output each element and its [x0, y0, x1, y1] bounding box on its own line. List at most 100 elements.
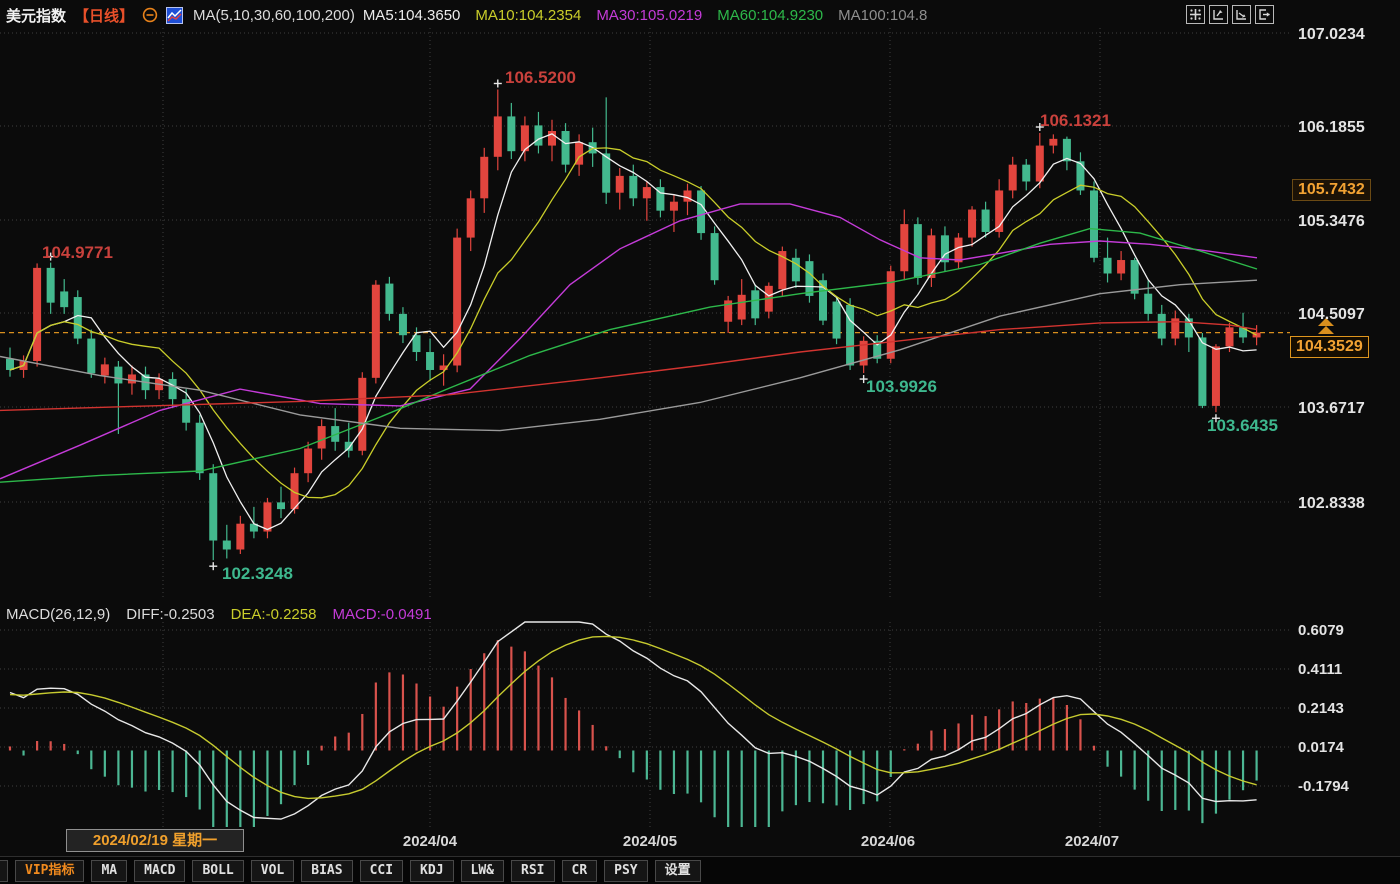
macd-diff-value: DIFF:-0.2503	[126, 606, 214, 623]
ma-legend-item: MA30:105.0219	[596, 7, 702, 24]
symbol-name: 美元指数	[6, 5, 66, 26]
candle-body	[399, 314, 407, 335]
macd-axis-label: 0.2143	[1298, 700, 1344, 717]
tab-partial[interactable]	[0, 860, 8, 882]
candle-body	[1009, 165, 1017, 191]
macd-macd-value: MACD:-0.0491	[332, 606, 431, 623]
candle-body	[616, 176, 624, 193]
extreme-price-label: 106.5200	[505, 68, 576, 87]
first-bar-date-label: 2024/02/19 星期一	[66, 829, 244, 852]
macd-legend: MACD(26,12,9) DIFF:-0.2503 DEA:-0.2258 M…	[6, 604, 432, 624]
price-up-arrow-icon	[1318, 326, 1334, 334]
x-axis-label: 2024/04	[403, 833, 458, 850]
macd-axis-label: 0.0174	[1298, 739, 1345, 756]
candle-body	[358, 378, 366, 451]
candle-body	[223, 541, 231, 550]
x-axis-label: 2024/06	[861, 833, 915, 850]
candle-body	[236, 524, 244, 550]
candle-body	[480, 157, 488, 199]
candle-body	[1090, 190, 1098, 257]
x-axis-label: 2024/05	[623, 833, 677, 850]
extreme-price-label: 104.9771	[42, 243, 113, 262]
tab-MACD[interactable]: MACD	[134, 860, 185, 882]
high-marker: 106.1321	[1036, 111, 1111, 131]
tab-BOLL[interactable]: BOLL	[192, 860, 243, 882]
candle-body	[982, 210, 990, 232]
candle-body	[74, 297, 82, 339]
ma-values: MA5:104.3650MA10:104.2354MA30:105.0219MA…	[363, 7, 928, 24]
candle-body	[968, 210, 976, 238]
pan-icon[interactable]	[1186, 5, 1205, 24]
candle-body	[792, 258, 800, 282]
candle-body	[833, 302, 841, 339]
candle-body	[711, 233, 719, 280]
y-axis-label: 103.6717	[1298, 400, 1365, 417]
candle-body	[507, 116, 515, 151]
tab-BIAS[interactable]: BIAS	[301, 860, 352, 882]
macd-params-label: MACD(26,12,9)	[6, 606, 110, 623]
ma-legend-item: MA60:104.9230	[717, 7, 823, 24]
tab-设置[interactable]: 设置	[655, 860, 701, 882]
y-axis-label: 107.0234	[1298, 26, 1365, 43]
ma-params-label: MA(5,10,30,60,100,200)	[193, 7, 355, 24]
candle-body	[196, 423, 204, 473]
candle-body	[372, 285, 380, 378]
tab-CR[interactable]: CR	[562, 860, 598, 882]
chart-style-icon[interactable]	[166, 7, 183, 24]
zoom-in-chart-icon[interactable]	[1232, 5, 1251, 24]
collapse-circle-icon[interactable]	[142, 7, 158, 23]
tab-VOL[interactable]: VOL	[251, 860, 294, 882]
indicator-toolbar: VIP指标 MA MACD BOLL VOL BIAS CCI KDJ LW&RSI CR PSY 设…	[0, 856, 1400, 884]
candle-body	[33, 268, 41, 361]
candle-body	[6, 359, 14, 370]
candle-body	[1022, 165, 1030, 182]
candle-body	[643, 187, 651, 198]
candle-body	[494, 116, 502, 156]
tab-PSY[interactable]: PSY	[604, 860, 647, 882]
exit-fullscreen-icon[interactable]	[1255, 5, 1274, 24]
candle-body	[277, 502, 285, 509]
y-axis-label: 102.8338	[1298, 495, 1365, 512]
macd-axis-label: -0.1794	[1298, 778, 1350, 795]
chart-legend: 美元指数 【日线】 MA(5,10,30,60,100,200) MA5:104…	[6, 4, 927, 26]
chart-canvas[interactable]: 104.9771106.5200106.1321102.3248103.9926…	[0, 0, 1400, 856]
candle-body	[534, 125, 542, 145]
zoom-out-chart-icon[interactable]	[1209, 5, 1228, 24]
tab-LW&[interactable]: LW&	[461, 860, 504, 882]
tab-KDJ[interactable]: KDJ	[410, 860, 453, 882]
candle-body	[805, 261, 813, 296]
y-axis-label: 106.1855	[1298, 119, 1365, 136]
candle-body	[318, 426, 326, 448]
tab-CCI[interactable]: CCI	[360, 860, 403, 882]
candle-body	[101, 364, 109, 375]
candle-body	[169, 379, 177, 399]
trading-app-window: 美元指数 【日线】 MA(5,10,30,60,100,200) MA5:104…	[0, 0, 1400, 884]
period-label: 【日线】	[74, 5, 134, 26]
tab-RSI[interactable]: RSI	[511, 860, 554, 882]
tab-MA[interactable]: MA	[91, 860, 127, 882]
tab-VIP指标[interactable]: VIP指标	[15, 860, 84, 882]
low-marker: 103.6435	[1207, 414, 1278, 435]
diff-line	[10, 622, 1257, 819]
candle-body	[1117, 260, 1125, 273]
candle-body	[914, 224, 922, 278]
macd-axis-label: 0.6079	[1298, 622, 1344, 639]
candle-body	[1198, 337, 1206, 405]
current-price-label: 104.3529	[1290, 336, 1369, 358]
candle-body	[87, 339, 95, 374]
macd-dea-value: DEA:-0.2258	[231, 606, 317, 623]
low-marker: 102.3248	[209, 562, 293, 583]
candle-body	[1131, 260, 1139, 294]
candle-body	[467, 198, 475, 237]
candle-body	[1158, 314, 1166, 339]
ma-legend-item: MA5:104.3650	[363, 7, 461, 24]
candle-body	[1049, 139, 1057, 146]
candle-body	[385, 284, 393, 314]
candle-body	[1144, 294, 1152, 314]
y-axis-label: 104.5097	[1298, 306, 1365, 323]
x-axis-label: 2024/07	[1065, 833, 1119, 850]
ma30-line	[0, 204, 1257, 479]
candle-body	[548, 131, 556, 146]
candle-body	[629, 176, 637, 198]
ma-legend-item: MA100:104.8	[838, 7, 927, 24]
